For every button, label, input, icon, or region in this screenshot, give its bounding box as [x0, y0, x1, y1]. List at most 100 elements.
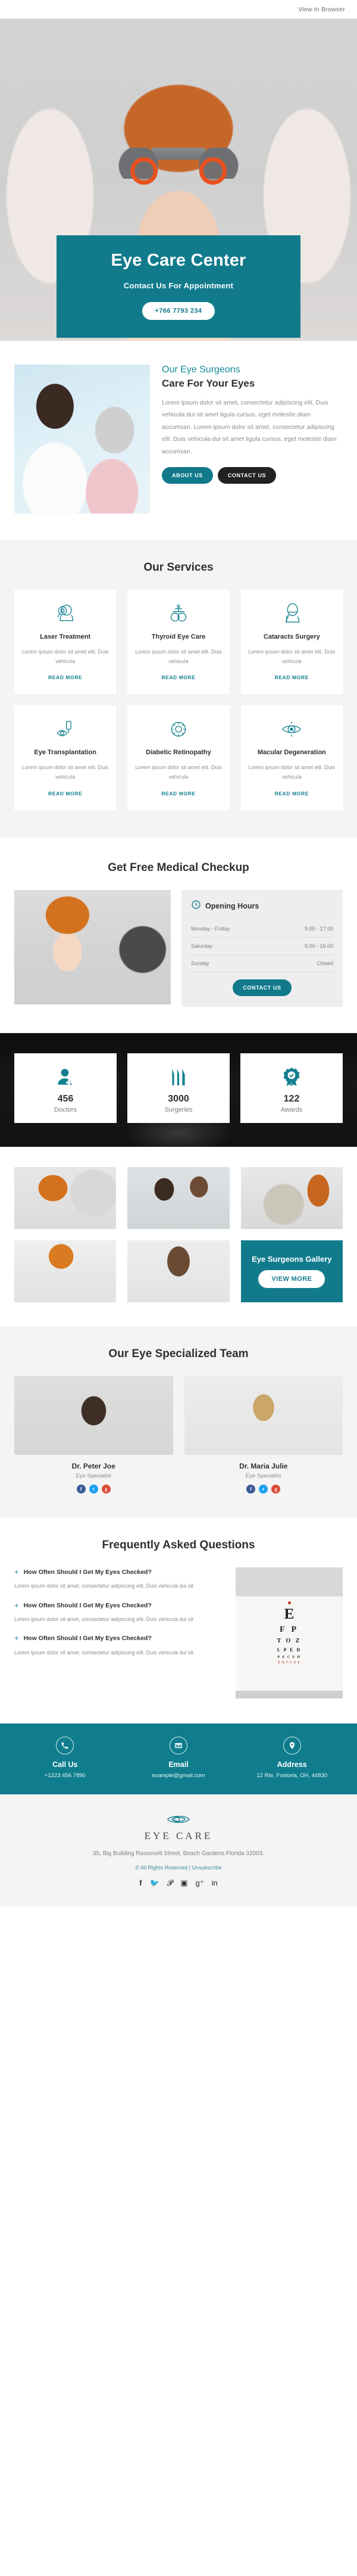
service-text: Lorem ipsum dolor sit amet elit. Duis ve…	[21, 764, 109, 780]
checkup-contact-button[interactable]: CONTACT US	[233, 979, 292, 996]
hours-day: Saturday	[191, 942, 213, 949]
about-actions: ABOUT US CONTACT US	[162, 467, 343, 484]
chart-row-3: T O Z	[277, 1637, 302, 1644]
service-card[interactable]: Thyroid Eye Care Lorem ipsum dolor sit a…	[127, 590, 230, 695]
plus-icon[interactable]: +	[14, 1634, 19, 1643]
macula-icon	[247, 716, 337, 742]
gallery-image[interactable]	[127, 1166, 230, 1229]
google-plus-icon[interactable]: g	[101, 1484, 111, 1494]
hero-card: Eye Care Center Contact Us For Appointme…	[57, 235, 300, 338]
faq-question-row[interactable]: + How Often Should I Get My Eyes Checked…	[14, 1634, 225, 1643]
faq-answer: Lorem ipsum dolor sit amet, consectetur …	[14, 1582, 194, 1589]
hours-time: 9.00 - 16.00	[304, 942, 333, 949]
gallery-cta-title: Eye Surgeons Gallery	[252, 1255, 332, 1264]
plus-icon[interactable]: +	[14, 1567, 19, 1577]
clock-icon	[191, 900, 201, 913]
service-card[interactable]: Eye Transplantation Lorem ipsum dolor si…	[14, 705, 117, 810]
faq-item[interactable]: + How Often Should I Get My Eyes Checked…	[14, 1601, 225, 1625]
gallery-image[interactable]	[14, 1240, 117, 1302]
contact-value[interactable]: example@gmail.com	[122, 1772, 236, 1779]
hero-section: Eye Care Center Contact Us For Appointme…	[0, 19, 357, 341]
linkedin-icon[interactable]: in	[212, 1879, 218, 1887]
checkup-row: Opening Hours Monday - Friday 9.00 - 17.…	[14, 889, 343, 1007]
hours-day: Sunday	[191, 960, 209, 966]
service-title: Diabetic Retinopathy	[146, 749, 211, 757]
team-member: Dr. Peter Joe Eye Specialist f t g	[14, 1376, 173, 1494]
phoropter-icon	[133, 601, 223, 627]
gallery-image[interactable]	[127, 1240, 230, 1302]
member-name: Dr. Peter Joe	[71, 1461, 115, 1470]
faq-item[interactable]: + How Often Should I Get My Eyes Checked…	[14, 1634, 225, 1657]
service-card[interactable]: Macular Degeneration Lorem ipsum dolor s…	[240, 705, 343, 810]
hours-time: Closed	[316, 960, 333, 966]
read-more-link[interactable]: READ MORE	[161, 674, 195, 680]
stat-card: 3000 Surgeries	[127, 1053, 230, 1123]
chart-row-4: L P E D	[277, 1647, 302, 1653]
gallery-cta: Eye Surgeons Gallery VIEW MORE	[240, 1240, 343, 1302]
twitter-icon[interactable]: t	[89, 1484, 98, 1494]
about-section: Our Eye Surgeons Care For Your Eyes Lore…	[0, 341, 357, 540]
hero-phone-button[interactable]: +766 7793 234	[142, 302, 215, 320]
contact-value[interactable]: +1223 456 7890	[8, 1772, 122, 1779]
instagram-icon[interactable]: ▣	[180, 1879, 187, 1887]
service-card[interactable]: Laser Treatment Lorem ipsum dolor sit am…	[14, 590, 117, 695]
award-icon	[244, 1064, 339, 1090]
facebook-icon[interactable]: f	[76, 1484, 86, 1494]
gallery-grid: Eye Surgeons Gallery VIEW MORE	[14, 1166, 343, 1302]
hours-day: Monday - Friday	[191, 925, 230, 932]
google-plus-icon[interactable]: g⁺	[196, 1879, 204, 1887]
faq-question: How Often Should I Get My Eyes Checked?	[23, 1635, 152, 1642]
footer-rights[interactable]: © All Rights Reserved | Unsubscribe	[12, 1865, 345, 1871]
about-us-button[interactable]: ABOUT US	[162, 467, 213, 484]
google-plus-icon[interactable]: g	[271, 1484, 281, 1494]
doctor-icon	[18, 1064, 113, 1090]
scalpel-icon	[131, 1064, 226, 1090]
about-title: Care For Your Eyes	[162, 378, 255, 389]
twitter-icon[interactable]: t	[259, 1484, 268, 1494]
read-more-link[interactable]: READ MORE	[275, 674, 309, 680]
chart-row-5: P E C F D	[277, 1655, 301, 1659]
services-title: Our Services	[143, 561, 214, 574]
view-more-button[interactable]: VIEW MORE	[258, 1270, 325, 1288]
faq-item[interactable]: + How Often Should I Get My Eyes Checked…	[14, 1567, 225, 1591]
eye-drops-icon	[20, 716, 110, 742]
eye-chart-image: E F P T O Z L P E D P E C F D E D F C Z …	[236, 1567, 343, 1698]
read-more-link[interactable]: READ MORE	[48, 791, 82, 797]
services-section: Our Services Laser Treatment Lorem ipsum…	[0, 540, 357, 838]
stat-number: 122	[283, 1093, 300, 1104]
checkup-section: Get Free Medical Checkup Opening Hours M…	[0, 837, 357, 1033]
service-card[interactable]: Cataracts Surgery Lorem ipsum dolor sit …	[240, 590, 343, 695]
phone-icon	[56, 1736, 74, 1754]
member-socials: f t g	[184, 1484, 343, 1494]
faq-question-row[interactable]: + How Often Should I Get My Eyes Checked…	[14, 1567, 225, 1577]
service-card[interactable]: Diabetic Retinopathy Lorem ipsum dolor s…	[127, 705, 230, 810]
plus-icon[interactable]: +	[14, 1601, 19, 1610]
service-title: Laser Treatment	[40, 633, 91, 640]
pinterest-icon[interactable]: 𝓟	[167, 1879, 173, 1887]
contact-us-button[interactable]: CONTACT US	[217, 467, 277, 484]
checkup-image	[14, 889, 171, 1004]
gallery-image[interactable]	[240, 1166, 343, 1229]
member-photo	[184, 1376, 343, 1455]
view-in-browser-link[interactable]: View In Browser	[298, 6, 345, 13]
hours-row: Monday - Friday 9.00 - 17.00	[191, 920, 333, 938]
eye-exam-icon	[20, 601, 110, 627]
gallery-image[interactable]	[14, 1166, 117, 1229]
member-name: Dr. Maria Julie	[239, 1461, 288, 1470]
hours-row: Saturday 9.00 - 16.00	[191, 938, 333, 955]
facebook-icon[interactable]: 𝐟	[139, 1879, 142, 1887]
snellen-chart: E F P T O Z L P E D P E C F D E D F C Z …	[250, 1601, 328, 1665]
read-more-link[interactable]: READ MORE	[48, 674, 82, 680]
facebook-icon[interactable]: f	[246, 1484, 256, 1494]
hero-title: Eye Care Center	[111, 251, 246, 270]
stats-section: 456 Doctors 3000 Surgeries 122 Awards	[0, 1032, 357, 1147]
stat-number: 3000	[168, 1093, 189, 1104]
team-member: Dr. Maria Julie Eye Specialist f t g	[184, 1376, 343, 1494]
about-body: Our Eye Surgeons Care For Your Eyes Lore…	[162, 365, 343, 514]
read-more-link[interactable]: READ MORE	[275, 791, 309, 797]
contact-email: Email example@gmail.com	[122, 1736, 236, 1779]
faq-question-row[interactable]: + How Often Should I Get My Eyes Checked…	[14, 1601, 225, 1610]
email-page: View In Browser Eye Care Center Contact …	[0, 0, 357, 1907]
read-more-link[interactable]: READ MORE	[161, 791, 195, 797]
twitter-icon[interactable]: 🐦	[150, 1879, 159, 1887]
